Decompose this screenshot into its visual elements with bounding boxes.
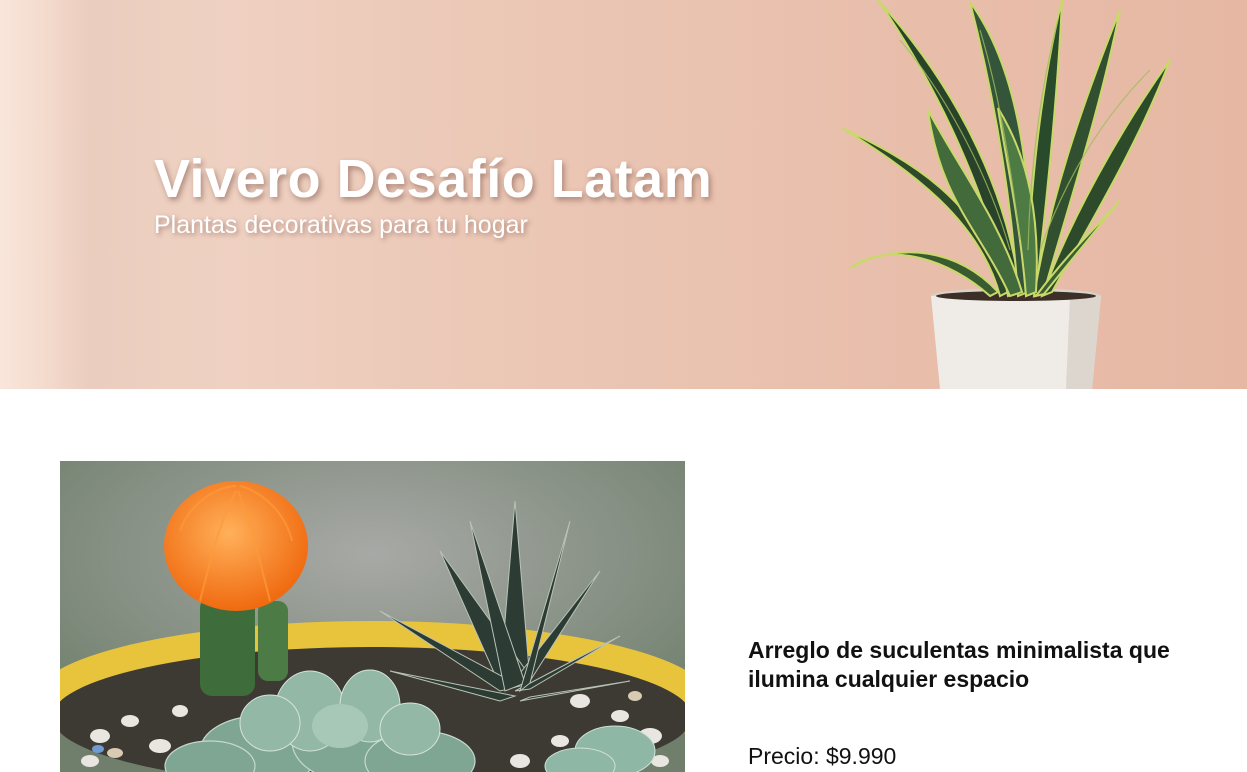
product-title: Arreglo de suculentas minimalista que il…: [748, 637, 1170, 692]
product-price: Precio: $9.990: [748, 743, 897, 769]
window-light: [0, 0, 60, 389]
page-subtitle: Plantas decorativas para tu hogar: [154, 211, 528, 239]
snake-plant-icon: [841, 0, 1171, 389]
hero-banner: Vivero Desafío Latam Plantas decorativas…: [0, 0, 1247, 389]
product-card: Arreglo de suculentas minimalista que il…: [60, 461, 1247, 772]
succulent-arrangement-icon: [60, 461, 685, 772]
page-title: Vivero Desafío Latam: [154, 149, 713, 209]
product-info: Arreglo de suculentas minimalista que il…: [748, 636, 1218, 770]
hero-text: Vivero Desafío Latam Plantas decorativas…: [154, 148, 712, 240]
product-image: [60, 461, 685, 772]
